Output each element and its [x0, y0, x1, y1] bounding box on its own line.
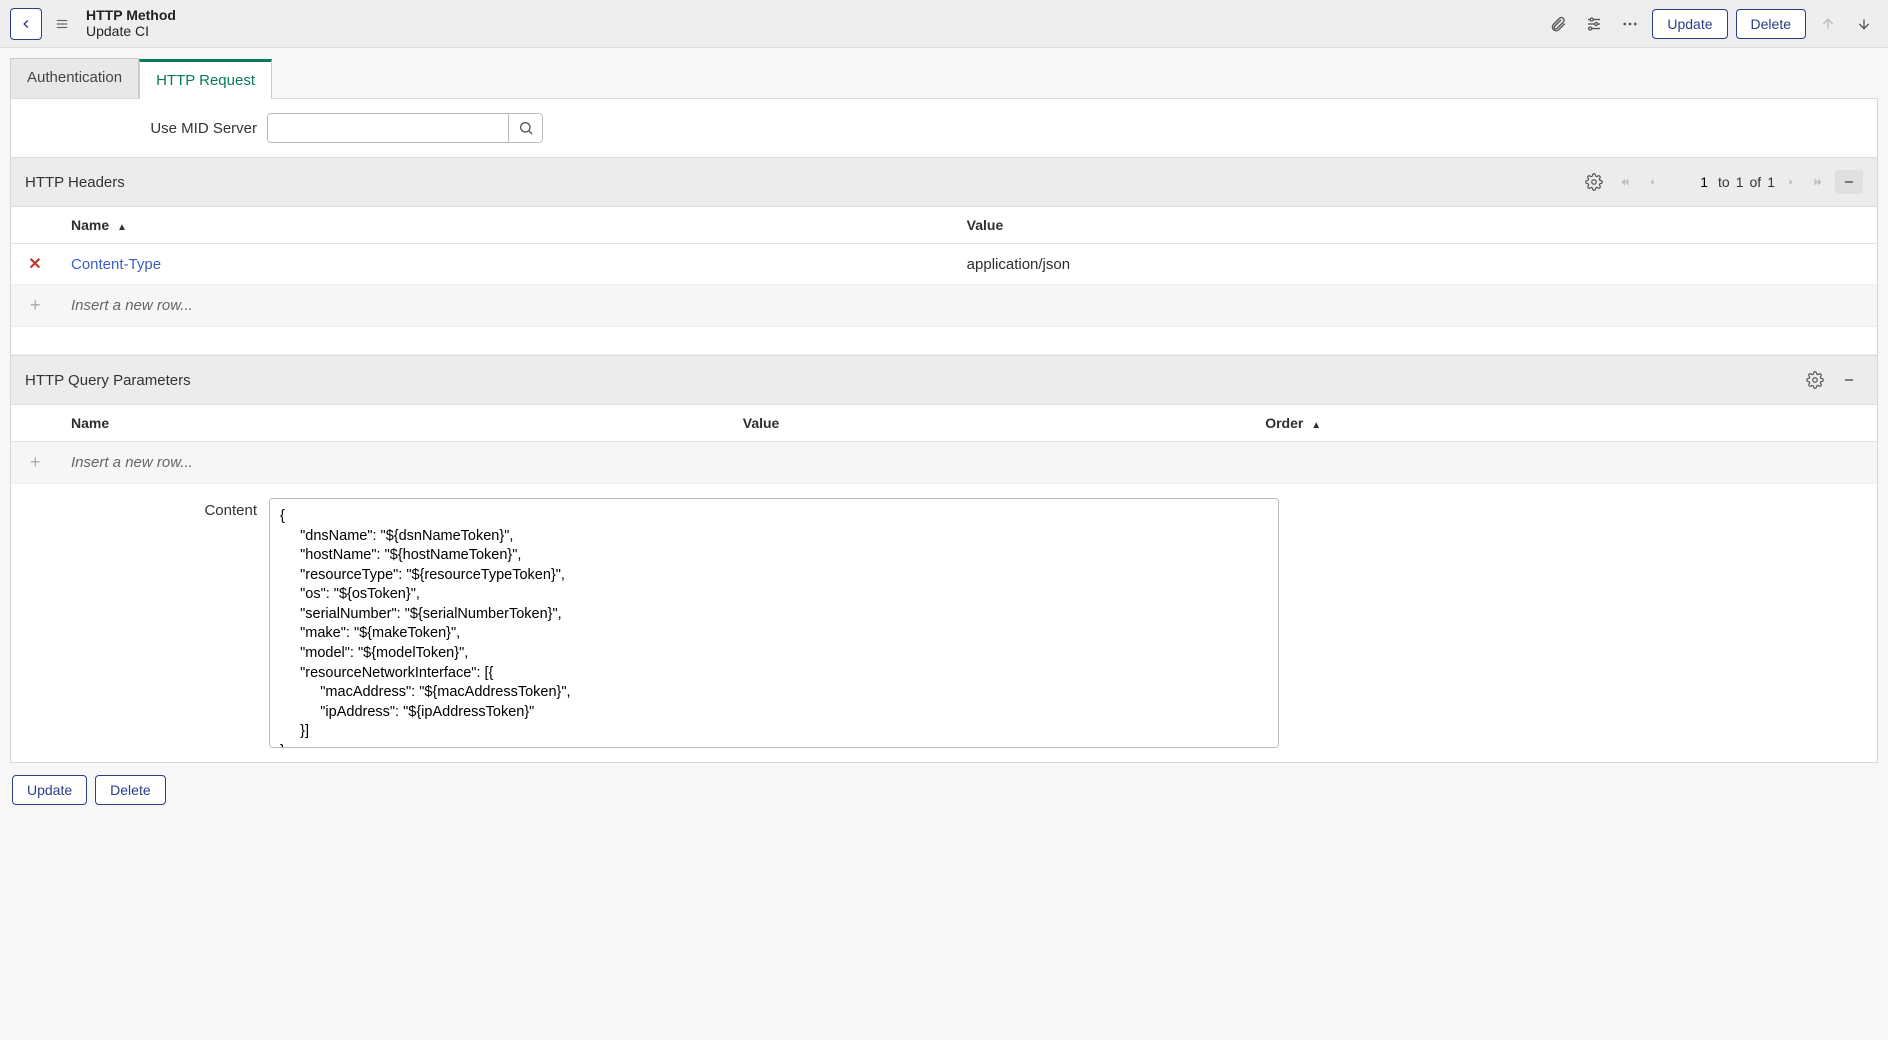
topbar-right: Update Delete [1544, 9, 1878, 39]
content-field: Content [11, 484, 1877, 762]
http-headers-table: Name ▲ Value ✕ Content-Type application/… [11, 207, 1877, 355]
delete-row-icon[interactable]: ✕ [28, 256, 41, 273]
pager-to-label: to [1718, 174, 1730, 190]
mid-server-input[interactable] [268, 114, 508, 142]
footer-update-button[interactable]: Update [12, 775, 87, 805]
insert-row[interactable]: + Insert a new row... [11, 442, 1877, 484]
query-col-name[interactable]: Name [59, 405, 731, 442]
record-name: Update CI [86, 24, 176, 39]
pager-next-icon[interactable] [1781, 174, 1801, 190]
insert-row[interactable]: + Insert a new row... [11, 285, 1877, 327]
table-row[interactable]: ✕ Content-Type application/json [11, 244, 1877, 285]
mid-server-lookup-button[interactable] [508, 114, 542, 142]
pager-last-icon[interactable] [1807, 173, 1829, 191]
top-bar: HTTP Method Update CI Update Delete [0, 0, 1888, 48]
sort-asc-icon: ▲ [1311, 420, 1321, 431]
http-request-panel: Use MID Server HTTP Headers [10, 98, 1878, 763]
http-headers-tools: to 1 of 1 [1580, 168, 1863, 196]
back-button[interactable] [10, 8, 42, 40]
more-actions-icon[interactable] [1616, 10, 1644, 38]
headers-col-action [11, 207, 59, 244]
content-label: Content [27, 498, 257, 519]
mid-server-field: Use MID Server [11, 99, 571, 157]
gear-icon[interactable] [1801, 366, 1829, 394]
header-value: application/json [967, 256, 1070, 273]
insert-row-placeholder[interactable]: Insert a new row... [59, 285, 1877, 327]
tab-authentication[interactable]: Authentication [10, 58, 139, 98]
headers-col-name[interactable]: Name ▲ [59, 207, 955, 244]
insert-row-placeholder[interactable]: Insert a new row... [59, 442, 1877, 484]
record-title: HTTP Method Update CI [86, 8, 176, 39]
next-record-icon[interactable] [1850, 10, 1878, 38]
sort-asc-icon: ▲ [117, 222, 127, 233]
update-button[interactable]: Update [1652, 9, 1727, 39]
topbar-left: HTTP Method Update CI [10, 8, 176, 40]
delete-button[interactable]: Delete [1736, 9, 1806, 39]
collapse-section-icon[interactable] [1835, 170, 1863, 194]
pager-of-label: of [1750, 174, 1762, 190]
http-headers-section-header: HTTP Headers to 1 of 1 [11, 157, 1877, 207]
tab-bar: Authentication HTTP Request [10, 58, 1878, 98]
gear-icon[interactable] [1580, 168, 1608, 196]
pager-prev-icon[interactable] [1642, 174, 1662, 190]
http-query-table: Name Value Order ▲ + Insert a new row... [11, 405, 1877, 484]
add-row-icon[interactable]: + [30, 295, 41, 315]
http-headers-title: HTTP Headers [25, 174, 125, 191]
collapse-section-icon[interactable] [1835, 368, 1863, 392]
query-col-action [11, 405, 59, 442]
http-query-tools [1801, 366, 1863, 394]
settings-sliders-icon[interactable] [1580, 10, 1608, 38]
pager-from-input[interactable] [1668, 172, 1712, 192]
footer-actions: Update Delete [10, 763, 1878, 811]
query-col-order[interactable]: Order ▲ [1253, 405, 1877, 442]
content-textarea[interactable] [269, 498, 1279, 748]
pager-to-value: 1 [1736, 174, 1744, 190]
attachment-icon[interactable] [1544, 10, 1572, 38]
footer-delete-button[interactable]: Delete [95, 775, 165, 805]
headers-pager: to 1 of 1 [1614, 172, 1829, 192]
mid-server-label: Use MID Server [27, 120, 257, 137]
add-row-icon[interactable]: + [30, 452, 41, 472]
pager-of-value: 1 [1767, 174, 1775, 190]
pager-first-icon[interactable] [1614, 173, 1636, 191]
record-type: HTTP Method [86, 8, 176, 23]
context-menu-icon[interactable] [50, 17, 74, 31]
query-col-value[interactable]: Value [731, 405, 1253, 442]
prev-record-icon [1814, 10, 1842, 38]
headers-col-value[interactable]: Value [955, 207, 1877, 244]
mid-server-input-group [267, 113, 543, 143]
http-query-title: HTTP Query Parameters [25, 372, 191, 389]
http-query-section-header: HTTP Query Parameters [11, 355, 1877, 405]
tab-http-request[interactable]: HTTP Request [139, 59, 272, 99]
header-name-link[interactable]: Content-Type [71, 256, 161, 273]
